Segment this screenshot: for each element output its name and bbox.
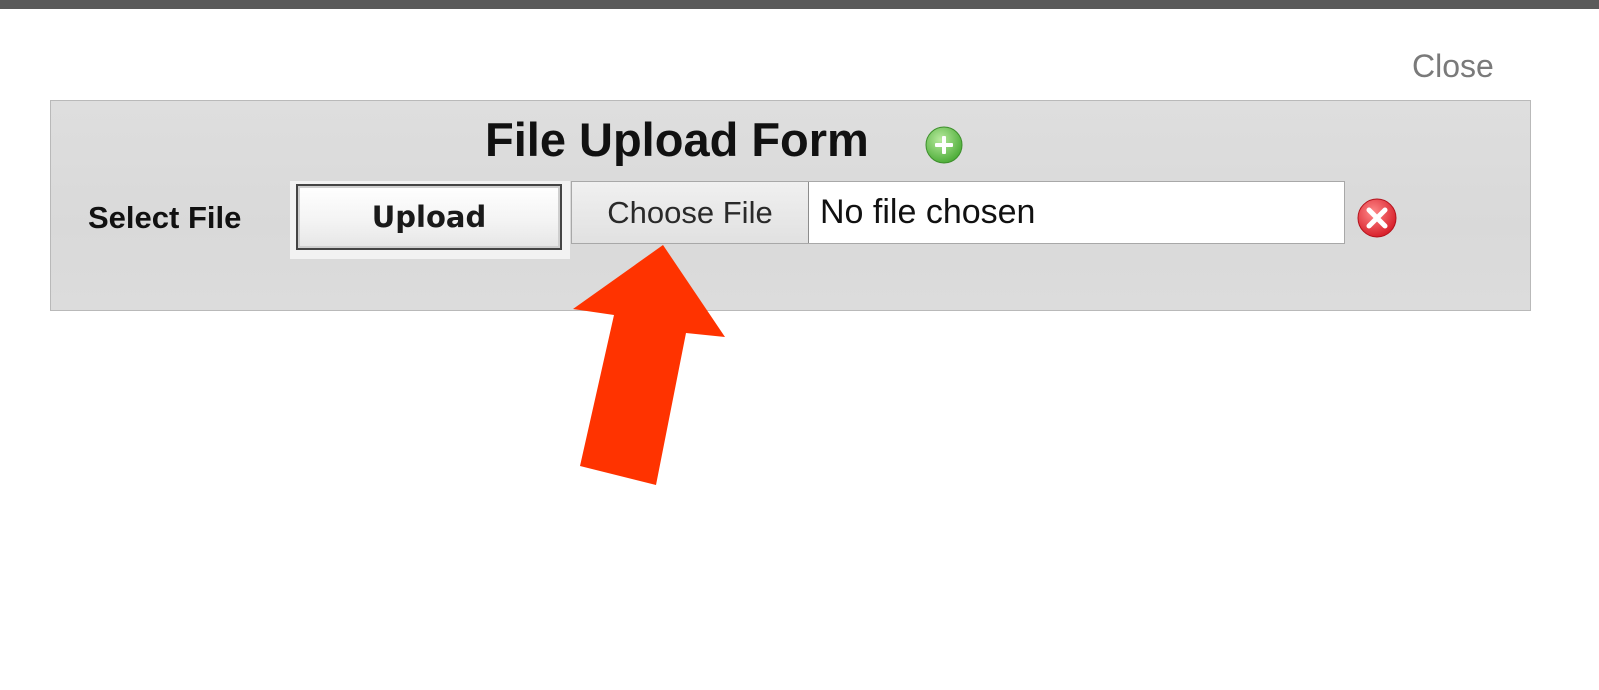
top-border <box>0 0 1599 9</box>
form-title: File Upload Form <box>485 113 869 166</box>
remove-circle-icon[interactable] <box>1355 196 1399 240</box>
file-status-text: No file chosen <box>820 193 1036 231</box>
add-circle-icon[interactable] <box>924 125 964 165</box>
page: Close File Upload Form Select File Uploa… <box>0 0 1599 690</box>
file-input[interactable]: Choose File No file chosen <box>571 181 1345 244</box>
select-file-label: Select File <box>88 200 242 235</box>
arrow-shape <box>573 245 725 485</box>
upload-button[interactable]: Upload <box>296 184 562 250</box>
red-arrow-annotation <box>573 245 725 485</box>
close-link[interactable]: Close <box>1412 48 1494 85</box>
choose-file-button[interactable]: Choose File <box>572 182 809 243</box>
